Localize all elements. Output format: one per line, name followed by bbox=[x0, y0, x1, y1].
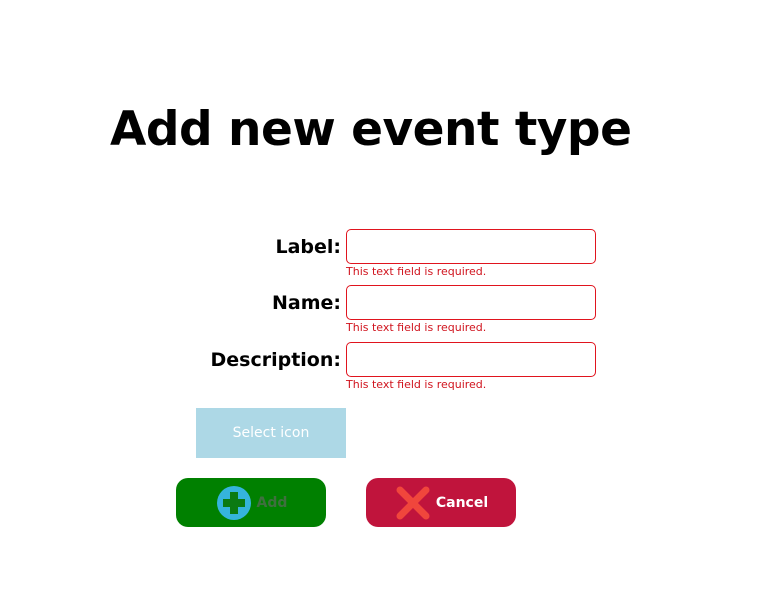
cancel-button[interactable]: Cancel bbox=[366, 478, 516, 527]
add-button-label: Add bbox=[256, 494, 288, 511]
plus-circle-icon bbox=[215, 484, 253, 522]
description-field-label: Description: bbox=[210, 349, 342, 371]
description-error-message: This text field is required. bbox=[346, 378, 487, 391]
cancel-button-label: Cancel bbox=[435, 494, 489, 511]
name-error-message: This text field is required. bbox=[346, 321, 487, 334]
name-input[interactable] bbox=[346, 285, 596, 320]
label-field-label: Label: bbox=[275, 236, 341, 258]
page-title: Add new event type bbox=[110, 102, 632, 157]
select-icon-button[interactable]: Select icon bbox=[196, 408, 346, 458]
add-event-type-page: Add new event type Label: This text fiel… bbox=[0, 0, 760, 603]
description-input[interactable] bbox=[346, 342, 596, 377]
add-button[interactable]: Add bbox=[176, 478, 326, 527]
label-error-message: This text field is required. bbox=[346, 265, 487, 278]
label-input[interactable] bbox=[346, 229, 596, 264]
name-field-label: Name: bbox=[271, 292, 341, 314]
x-icon bbox=[394, 484, 432, 522]
